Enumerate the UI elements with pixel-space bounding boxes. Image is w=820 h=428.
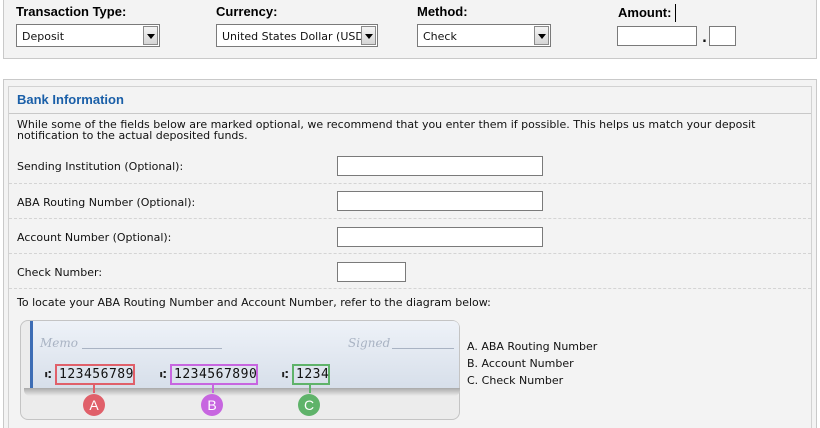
routing-number-label: ABA Routing Number (Optional): bbox=[17, 196, 196, 209]
account-number-sample: 1234567890 bbox=[170, 364, 258, 385]
chevron-down-icon[interactable] bbox=[143, 26, 158, 45]
divider bbox=[9, 253, 811, 254]
amount-cents-input[interactable] bbox=[709, 26, 736, 46]
text-cursor bbox=[675, 4, 676, 22]
method-value: Check bbox=[423, 30, 457, 43]
sending-institution-label: Sending Institution (Optional): bbox=[17, 160, 184, 173]
badge-b: B bbox=[201, 394, 223, 416]
check-number-label: Check Number: bbox=[17, 266, 103, 279]
routing-number-sample: 123456789 bbox=[55, 364, 135, 385]
transaction-type-label: Transaction Type: bbox=[16, 4, 127, 19]
amount-label: Amount: bbox=[618, 5, 672, 20]
method-label: Method: bbox=[417, 4, 468, 19]
section-title: Bank Information bbox=[17, 92, 124, 107]
divider bbox=[9, 218, 811, 219]
badge-c: C bbox=[298, 394, 320, 416]
account-number-label: Account Number (Optional): bbox=[17, 231, 172, 244]
chevron-down-icon[interactable] bbox=[534, 26, 549, 45]
currency-select[interactable]: United States Dollar (USD) bbox=[216, 24, 378, 47]
routing-number-input[interactable] bbox=[337, 191, 543, 211]
intro-text: While some of the fields below are marke… bbox=[17, 118, 756, 142]
amount-whole-input[interactable] bbox=[617, 26, 697, 46]
divider bbox=[9, 113, 811, 114]
micr-transit-icon: ⑆ bbox=[282, 370, 288, 381]
check-number-sample: 1234 bbox=[292, 364, 330, 385]
chevron-down-icon[interactable] bbox=[361, 26, 376, 45]
signature-line bbox=[392, 348, 454, 349]
transaction-type-select[interactable]: Deposit bbox=[16, 24, 160, 47]
legend-account-number: B. Account Number bbox=[467, 357, 574, 370]
diagram-hint: To locate your ABA Routing Number and Ac… bbox=[17, 296, 491, 309]
divider bbox=[9, 183, 811, 184]
divider bbox=[9, 288, 811, 289]
amount-decimal-separator: . bbox=[702, 31, 707, 46]
legend-routing-number: A. ABA Routing Number bbox=[467, 340, 598, 353]
routing-connector bbox=[93, 385, 95, 393]
signed-label: Signed bbox=[348, 336, 391, 350]
memo-label: Memo bbox=[40, 336, 78, 350]
sending-institution-input[interactable] bbox=[337, 156, 543, 176]
badge-a: A bbox=[83, 394, 105, 416]
check-connector bbox=[309, 385, 311, 393]
micr-transit-icon: ⑆ bbox=[45, 370, 51, 381]
micr-transit-icon: ⑆ bbox=[160, 370, 166, 381]
account-number-input[interactable] bbox=[337, 227, 543, 247]
check-number-input[interactable] bbox=[337, 262, 406, 282]
memo-line bbox=[82, 348, 222, 349]
legend-check-number: C. Check Number bbox=[467, 374, 564, 387]
currency-value: United States Dollar (USD) bbox=[222, 30, 369, 43]
currency-label: Currency: bbox=[216, 4, 278, 19]
account-connector bbox=[212, 385, 214, 393]
method-select[interactable]: Check bbox=[417, 24, 551, 47]
transaction-type-value: Deposit bbox=[22, 30, 65, 43]
